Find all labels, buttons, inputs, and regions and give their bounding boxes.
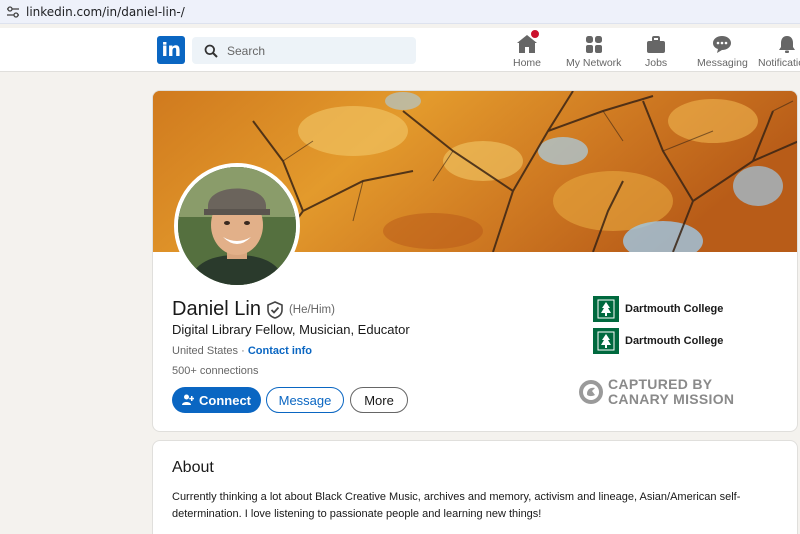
nav-jobs[interactable]: Jobs [645,32,667,69]
connect-label: Connect [199,392,251,408]
search-icon [204,44,218,58]
url-text[interactable]: linkedin.com/in/daniel-lin-/ [26,5,185,19]
connections-count[interactable]: 500+ connections [172,365,259,377]
separator-dot: · [241,345,245,357]
watermark-line-2: CANARY MISSION [608,391,735,407]
nav-my-network[interactable]: My Network [566,32,621,69]
profile-headline: Digital Library Fellow, Musician, Educat… [172,322,410,337]
nav-label: Notifications [758,57,800,69]
contact-info-link[interactable]: Contact info [248,345,312,357]
profile-name: Daniel Lin [172,298,261,320]
pronouns: (He/Him) [288,303,335,316]
verified-shield-icon[interactable] [267,300,283,319]
profile-name-row: Daniel Lin (He/Him) [172,298,335,321]
search-input[interactable] [227,43,397,58]
notification-dot [530,29,540,39]
about-title: About [172,459,214,476]
education-item[interactable]: Dartmouth College [593,328,723,354]
more-button[interactable]: More [350,387,408,413]
dartmouth-logo-icon [593,328,619,354]
network-icon [584,32,604,54]
nav-label: Messaging [697,57,748,69]
about-text: Currently thinking a lot about Black Cre… [172,491,741,520]
browser-address-bar[interactable]: linkedin.com/in/daniel-lin-/ [0,0,800,24]
nav-label: My Network [566,57,622,69]
watermark-line-1: CAPTURED BY [608,376,713,392]
top-nav: in Home My Network Jobs Messaging [0,28,800,72]
search-box[interactable] [192,37,416,64]
location-row: United States · Contact info [172,345,312,357]
site-settings-icon[interactable] [2,1,24,23]
school-name: Dartmouth College [625,303,724,315]
nav-notifications[interactable]: 19 Notifications [758,32,800,69]
nav-label: Home [513,57,542,69]
canary-mission-logo [578,379,604,405]
education-item[interactable]: Dartmouth College [593,296,723,322]
school-name: Dartmouth College [625,335,724,347]
connect-button[interactable]: Connect [172,387,261,413]
nav-messaging[interactable]: Messaging [697,32,748,69]
message-button[interactable]: Message [266,387,344,413]
home-icon [516,29,540,54]
profile-card: Daniel Lin (He/Him) Digital Library Fell… [152,90,798,432]
nav-label: Jobs [645,57,668,69]
chat-icon [712,32,732,54]
linkedin-logo[interactable]: in [157,36,185,64]
location-text: United States [172,345,239,357]
add-person-icon [182,394,194,406]
nav-home[interactable]: Home [513,29,542,69]
profile-avatar[interactable] [174,163,300,289]
bell-icon: 19 [777,32,797,54]
dartmouth-logo-icon [593,296,619,322]
about-section: About Currently thinking a lot about Bla… [152,440,798,534]
briefcase-icon [646,32,666,54]
canary-mission-watermark: CAPTURED BY CANARY MISSION [578,377,734,407]
